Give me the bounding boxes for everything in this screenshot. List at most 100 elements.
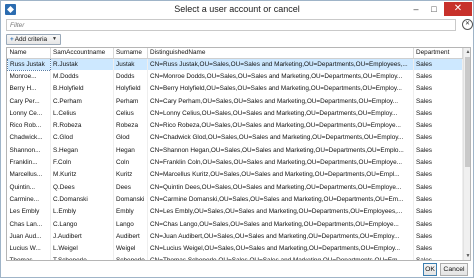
cell-name: Quintin...	[7, 180, 51, 194]
cell-name: Rico Rob...	[7, 119, 51, 132]
column-header-department[interactable]: Department	[413, 48, 463, 59]
table-row[interactable]: Lucius W... L.Weigel Weigel CN=Lucius Weige…	[7, 242, 463, 255]
cell-distinguishedname: CN=Quintin Dees,OU=Sales,OU=Sales and Ma…	[147, 180, 414, 194]
cell-department: Sales	[413, 107, 463, 120]
table-row[interactable]: Quintin... Q.Dees Dees CN=Quintin Dees,OU=S…	[7, 180, 463, 194]
scroll-down-icon[interactable]: ▼	[464, 252, 470, 260]
column-header-name[interactable]: Name	[7, 48, 51, 59]
cell-department: Sales	[413, 205, 463, 218]
cancel-button[interactable]: Cancel	[440, 263, 468, 276]
table-row[interactable]: Cary Per... C.Perham Perham CN=Cary Perham,…	[7, 94, 463, 108]
cell-department: Sales	[413, 119, 463, 132]
table-row[interactable]: Les Embly L.Embly Embly CN=Les Embly,OU=Sal…	[7, 205, 463, 218]
cell-surname: Robeza	[113, 119, 148, 132]
cell-samaccountname: L.Weigel	[50, 242, 114, 255]
cell-department: Sales	[413, 131, 463, 145]
cell-department: Sales	[413, 180, 463, 194]
cell-samaccountname: J.Audibert	[50, 230, 114, 243]
cell-department: Sales	[413, 82, 463, 95]
cell-name: Berry H...	[7, 82, 51, 95]
table-row[interactable]: Lonny Ce... L.Celius Celius CN=Lonny Celius…	[7, 107, 463, 120]
user-grid: Name SamAccountname Surname Distinguishe…	[6, 47, 471, 261]
cell-surname: Celius	[113, 107, 148, 120]
cell-samaccountname: C.Perham	[50, 94, 114, 108]
cell-name: Chas Lan...	[7, 217, 51, 231]
scroll-thumb[interactable]	[465, 57, 470, 167]
column-header-surname[interactable]: Surname	[113, 48, 148, 59]
cell-samaccountname: B.Holyfield	[50, 82, 114, 95]
add-criteria-button[interactable]: +Add criteria ▼	[6, 34, 61, 45]
cell-name: Juan Aud...	[7, 230, 51, 243]
chevron-down-icon: ▼	[52, 36, 57, 42]
table-row[interactable]: Rico Rob... R.Robeza Robeza CN=Rico Robeza,…	[7, 119, 463, 132]
cell-samaccountname: Q.Dees	[50, 180, 114, 194]
dialog-footer: OK Cancel	[1, 263, 473, 277]
cell-distinguishedname: CN=Chas Lango,OU=Sales,OU=Sales and Mark…	[147, 217, 414, 231]
column-header-samaccountname[interactable]: SamAccountname	[50, 48, 114, 59]
table-row[interactable]: Russ Justak R.Justak Justak CN=Russ Justak,…	[7, 57, 463, 71]
cell-surname: Weigel	[113, 242, 148, 255]
cell-surname: Glod	[113, 131, 148, 145]
table-row[interactable]: Monroe... M.Dodds Dodds CN=Monroe Dodds,OU=…	[7, 70, 463, 83]
cell-samaccountname: C.Lango	[50, 217, 114, 231]
table-row[interactable]: Berry H... B.Holyfield Holyfield CN=Berry H…	[7, 82, 463, 95]
cell-samaccountname: L.Embly	[50, 205, 114, 218]
cell-samaccountname: T.Scheperle	[50, 254, 114, 260]
cell-name: Carmine...	[7, 193, 51, 206]
cell-department: Sales	[413, 70, 463, 83]
cell-distinguishedname: CN=Marcellus Kuritz,OU=Sales,OU=Sales an…	[147, 168, 414, 181]
cell-distinguishedname: CN=Lucius Weigel,OU=Sales,OU=Sales and M…	[147, 242, 414, 255]
cell-name: Cary Per...	[7, 94, 51, 108]
cell-name: Shannon...	[7, 144, 51, 157]
close-button[interactable]: ✕	[444, 2, 472, 16]
filter-bar: ✕	[4, 19, 473, 31]
cell-samaccountname: C.Domanski	[50, 193, 114, 206]
cell-surname: Audibert	[113, 230, 148, 243]
cell-distinguishedname: CN=Cary Perham,OU=Sales,OU=Sales and Mar…	[147, 94, 414, 108]
cell-surname: Domanski	[113, 193, 148, 206]
table-row[interactable]: Thomas... T.Scheperle Scheperle CN=Thomas S…	[7, 254, 463, 260]
title-bar[interactable]: Select a user account or cancel – □ ✕	[1, 1, 473, 18]
cell-surname: Scheperle	[113, 254, 148, 260]
collapse-filter-icon[interactable]: ✕	[462, 19, 473, 30]
maximize-button[interactable]: □	[426, 2, 442, 16]
cell-name: Franklin...	[7, 156, 51, 169]
cell-samaccountname: C.Glod	[50, 131, 114, 145]
table-row[interactable]: Juan Aud... J.Audibert Audibert CN=Juan Aud…	[7, 230, 463, 243]
cell-distinguishedname: CN=Franklin Coln,OU=Sales,OU=Sales and M…	[147, 156, 414, 169]
cell-distinguishedname: CN=Shannon Hegan,OU=Sales,OU=Sales and M…	[147, 144, 414, 157]
cell-samaccountname: M.Dodds	[50, 70, 114, 83]
select-user-dialog: Select a user account or cancel – □ ✕ ✕ …	[0, 0, 474, 278]
cell-surname: Coln	[113, 156, 148, 169]
cell-surname: Lango	[113, 217, 148, 231]
table-row[interactable]: Marcellus... M.Kuritz Kuritz CN=Marcellus K…	[7, 168, 463, 181]
cell-department: Sales	[413, 156, 463, 169]
cell-samaccountname: R.Robeza	[50, 119, 114, 132]
cell-department: Sales	[413, 168, 463, 181]
cell-distinguishedname: CN=Monroe Dodds,OU=Sales,OU=Sales and Ma…	[147, 70, 414, 83]
cell-surname: Justak	[113, 58, 148, 71]
vertical-scrollbar[interactable]: ▲ ▼	[463, 48, 470, 260]
cell-name: Chadwick...	[7, 131, 51, 145]
cell-department: Sales	[413, 58, 463, 71]
table-row[interactable]: Chadwick... C.Glod Glod CN=Chadwick Glod,OU…	[7, 131, 463, 145]
cell-distinguishedname: CN=Rico Robeza,OU=Sales,OU=Sales and Mar…	[147, 119, 414, 132]
cell-department: Sales	[413, 242, 463, 255]
header-row: Name SamAccountname Surname Distinguishe…	[7, 48, 463, 59]
user-table: Name SamAccountname Surname Distinguishe…	[7, 48, 463, 260]
table-row[interactable]: Chas Lan... C.Lango Lango CN=Chas Lango,OU=…	[7, 217, 463, 231]
table-row[interactable]: Franklin... F.Coln Coln CN=Franklin Coln,OU…	[7, 156, 463, 169]
filter-input[interactable]	[6, 19, 456, 31]
column-header-distinguishedname[interactable]: DistinguishedName	[147, 48, 414, 59]
table-row[interactable]: Shannon... S.Hegan Hegan CN=Shannon Hegan,O…	[7, 144, 463, 157]
plus-icon: +	[10, 36, 14, 43]
cell-department: Sales	[413, 230, 463, 243]
cell-name: Lucius W...	[7, 242, 51, 255]
cell-name: Russ Justak	[7, 57, 51, 71]
cell-samaccountname: L.Celius	[50, 107, 114, 120]
table-row[interactable]: Carmine... C.Domanski Domanski CN=Carmine D…	[7, 193, 463, 206]
scroll-up-icon[interactable]: ▲	[464, 48, 470, 56]
ok-button[interactable]: OK	[423, 263, 437, 276]
minimize-button[interactable]: –	[408, 2, 424, 16]
cell-samaccountname: F.Coln	[50, 156, 114, 169]
